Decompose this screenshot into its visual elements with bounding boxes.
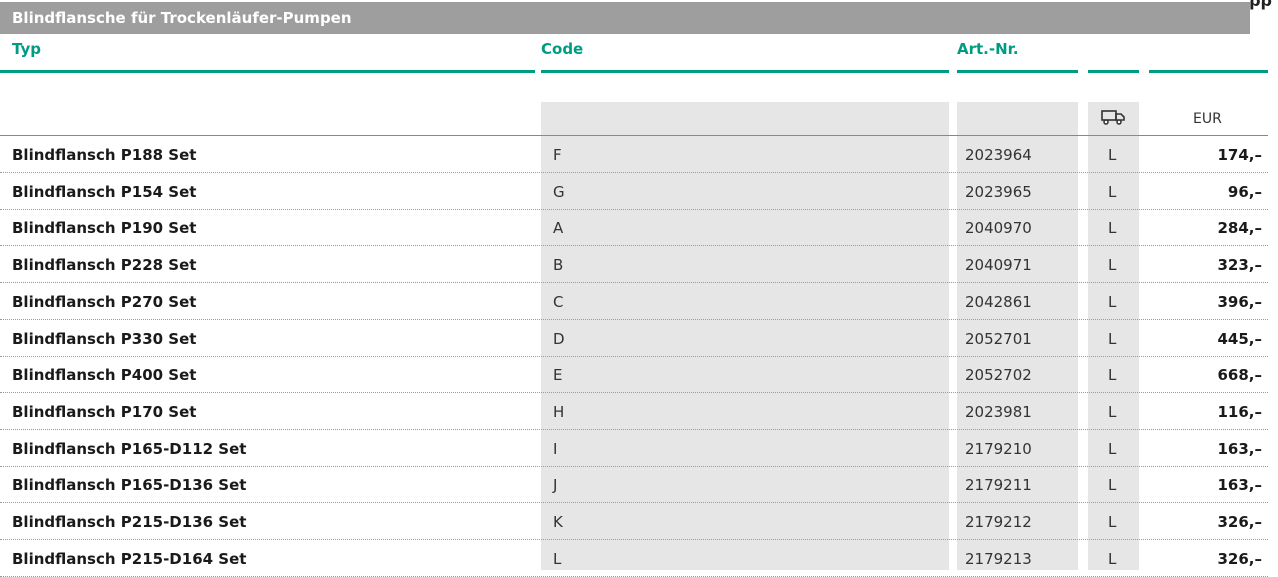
- table-row: Blindflansch P215-D164 Set L 2179213 L 326,–: [0, 540, 1268, 577]
- row-availability: L: [1108, 292, 1117, 311]
- currency-label: EUR: [1193, 111, 1222, 127]
- row-art-nr: 2179211: [965, 476, 1032, 495]
- row-typ: Blindflansch P330 Set: [12, 329, 197, 348]
- row-art-nr: 2023964: [965, 146, 1032, 164]
- header-underline-code: [541, 70, 949, 73]
- row-code: G: [553, 182, 565, 201]
- header-underline-price: [1149, 70, 1268, 73]
- header-underline-availability: [1088, 70, 1139, 73]
- row-availability: L: [1108, 366, 1117, 385]
- row-availability: L: [1108, 402, 1117, 421]
- row-code: J: [553, 476, 558, 495]
- row-code: F: [553, 146, 562, 164]
- table-row: Blindflansch P228 Set B 2040971 L 323,–: [0, 246, 1268, 284]
- row-typ: Blindflansch P165-D112 Set: [12, 439, 247, 458]
- row-price: 96,–: [1227, 182, 1262, 201]
- row-price: 445,–: [1217, 329, 1262, 348]
- row-code: H: [553, 402, 565, 421]
- row-availability: L: [1108, 256, 1117, 275]
- row-price: 326,–: [1217, 513, 1262, 531]
- row-art-nr: 2023981: [965, 402, 1032, 421]
- header-code: Code: [541, 40, 584, 58]
- row-price: 174,–: [1217, 146, 1262, 164]
- header-art-nr: Art.-Nr.: [957, 40, 1019, 58]
- table-row: Blindflansch P170 Set H 2023981 L 116,–: [0, 393, 1268, 430]
- row-typ: Blindflansch P400 Set: [12, 366, 197, 385]
- row-typ: Blindflansch P270 Set: [12, 292, 197, 311]
- row-price: 668,–: [1217, 366, 1262, 385]
- row-availability: L: [1108, 182, 1117, 201]
- table-row: Blindflansch P188 Set F 2023964 L 174,–: [0, 136, 1268, 173]
- row-typ: Blindflansch P215-D136 Set: [12, 513, 247, 531]
- table-row: Blindflansch P154 Set G 2023965 L 96,–: [0, 173, 1268, 210]
- row-art-nr: 2040971: [965, 256, 1032, 275]
- row-availability: L: [1108, 329, 1117, 348]
- row-art-nr: 2040970: [965, 219, 1032, 238]
- table-row: Blindflansch P330 Set D 2052701 L 445,–: [0, 320, 1268, 357]
- row-art-nr: 2179210: [965, 439, 1032, 458]
- table-title-bar: Blindflansche für Trockenläufer-Pumpen: [0, 2, 1250, 34]
- row-typ: Blindflansch P154 Set: [12, 182, 197, 201]
- row-code: D: [553, 329, 565, 348]
- header-underline-art-nr: [957, 70, 1078, 73]
- row-art-nr: 2023965: [965, 182, 1032, 201]
- row-art-nr: 2052701: [965, 329, 1032, 348]
- row-typ: Blindflansch P165-D136 Set: [12, 476, 247, 495]
- header-typ: Typ: [12, 40, 41, 58]
- row-price: 284,–: [1217, 219, 1262, 238]
- table-row: Blindflansch P165-D112 Set I 2179210 L 163,–: [0, 430, 1268, 467]
- table-row: Blindflansch P165-D136 Set J 2179211 L 163,–: [0, 466, 1268, 504]
- row-typ: Blindflansch P190 Set: [12, 219, 197, 238]
- row-typ: Blindflansch P170 Set: [12, 402, 197, 421]
- row-price: 163,–: [1217, 439, 1262, 458]
- truck-icon: [1101, 108, 1125, 130]
- row-price: 163,–: [1217, 476, 1262, 495]
- row-code: C: [553, 292, 564, 311]
- row-availability: L: [1108, 549, 1117, 568]
- row-art-nr: 2042861: [965, 292, 1032, 311]
- row-availability: L: [1108, 513, 1117, 531]
- header-underline-typ: [0, 70, 535, 73]
- row-availability: L: [1108, 146, 1117, 164]
- row-availability: L: [1108, 476, 1117, 495]
- corner-glyph: ρρ: [1249, 0, 1272, 10]
- row-price: 116,–: [1217, 402, 1262, 421]
- row-typ: Blindflansch P228 Set: [12, 256, 197, 275]
- row-availability: L: [1108, 219, 1117, 238]
- row-availability: L: [1108, 439, 1117, 458]
- row-code: A: [553, 219, 564, 238]
- row-typ: Blindflansch P188 Set: [12, 146, 197, 164]
- row-code: L: [553, 549, 562, 568]
- row-price: 326,–: [1217, 549, 1262, 568]
- table-row: Blindflansch P400 Set E 2052702 L 668,–: [0, 356, 1268, 394]
- table-title: Blindflansche für Trockenläufer-Pumpen: [12, 9, 352, 27]
- row-art-nr: 2052702: [965, 366, 1032, 385]
- row-code: I: [553, 439, 558, 458]
- table-row: Blindflansch P215-D136 Set K 2179212 L 326,–: [0, 503, 1268, 540]
- row-price: 396,–: [1217, 292, 1262, 311]
- row-art-nr: 2179213: [965, 549, 1032, 568]
- row-code: B: [553, 256, 564, 275]
- table-row: Blindflansch P190 Set A 2040970 L 284,–: [0, 209, 1268, 247]
- row-typ: Blindflansch P215-D164 Set: [12, 549, 247, 568]
- row-code: E: [553, 366, 563, 385]
- row-code: K: [553, 513, 563, 531]
- table-row: Blindflansch P270 Set C 2042861 L 396,–: [0, 283, 1268, 320]
- row-price: 323,–: [1217, 256, 1262, 275]
- row-art-nr: 2179212: [965, 513, 1032, 531]
